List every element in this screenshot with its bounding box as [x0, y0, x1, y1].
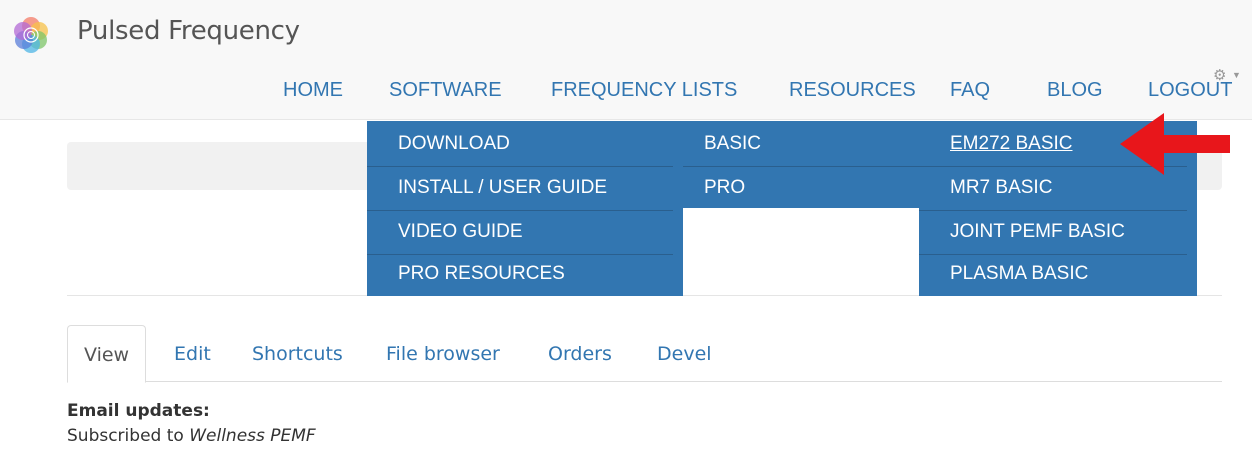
subscribed-prefix: Subscribed to [67, 426, 184, 446]
tab-edit[interactable]: Edit [174, 325, 211, 381]
tab-orders[interactable]: Orders [548, 325, 612, 381]
software-dropdown: DOWNLOAD INSTALL / USER GUIDE VIDEO GUID… [367, 121, 683, 296]
nav-frequency-lists[interactable]: FREQUENCY LISTS [551, 79, 737, 102]
nav-resources[interactable]: RESOURCES [789, 79, 916, 102]
site-header: Pulsed Frequency HOME SOFTWARE FREQUENCY… [0, 0, 1252, 120]
menu-item-download[interactable]: DOWNLOAD [367, 122, 673, 167]
menu-item-joint-pemf-basic[interactable]: JOINT PEMF BASIC [919, 210, 1187, 255]
tab-bar: View Edit Shortcuts File browser Orders … [67, 325, 1222, 383]
caret-down-icon[interactable]: ▼ [1232, 70, 1241, 80]
menu-item-pro[interactable]: PRO [683, 166, 919, 210]
nav-faq[interactable]: FAQ [950, 79, 990, 102]
subscription-name: Wellness PEMF [189, 426, 316, 446]
flower-of-life-logo-icon[interactable] [14, 13, 48, 53]
tab-file-browser[interactable]: File browser [386, 325, 500, 381]
menu-item-video-guide[interactable]: VIDEO GUIDE [367, 210, 673, 255]
tab-devel[interactable]: Devel [657, 325, 712, 381]
menu-item-install-user-guide[interactable]: INSTALL / USER GUIDE [367, 166, 673, 211]
nav-software[interactable]: SOFTWARE [389, 79, 502, 102]
download-submenu: BASIC PRO [683, 121, 919, 208]
red-arrow-icon [1120, 113, 1230, 175]
gear-icon[interactable]: ⚙ [1213, 66, 1226, 84]
menu-item-plasma-basic[interactable]: PLASMA BASIC [919, 252, 1197, 296]
nav-blog[interactable]: BLOG [1047, 79, 1103, 102]
menu-item-pro-resources[interactable]: PRO RESOURCES [367, 252, 683, 296]
email-updates-label: Email updates: [67, 401, 210, 421]
tab-shortcuts[interactable]: Shortcuts [252, 325, 343, 381]
menu-item-basic[interactable]: BASIC [683, 122, 919, 167]
site-name[interactable]: Pulsed Frequency [77, 16, 300, 46]
nav-home[interactable]: HOME [283, 79, 343, 102]
tab-view[interactable]: View [67, 325, 147, 383]
email-updates-value: Subscribed to Wellness PEMF [67, 426, 316, 446]
